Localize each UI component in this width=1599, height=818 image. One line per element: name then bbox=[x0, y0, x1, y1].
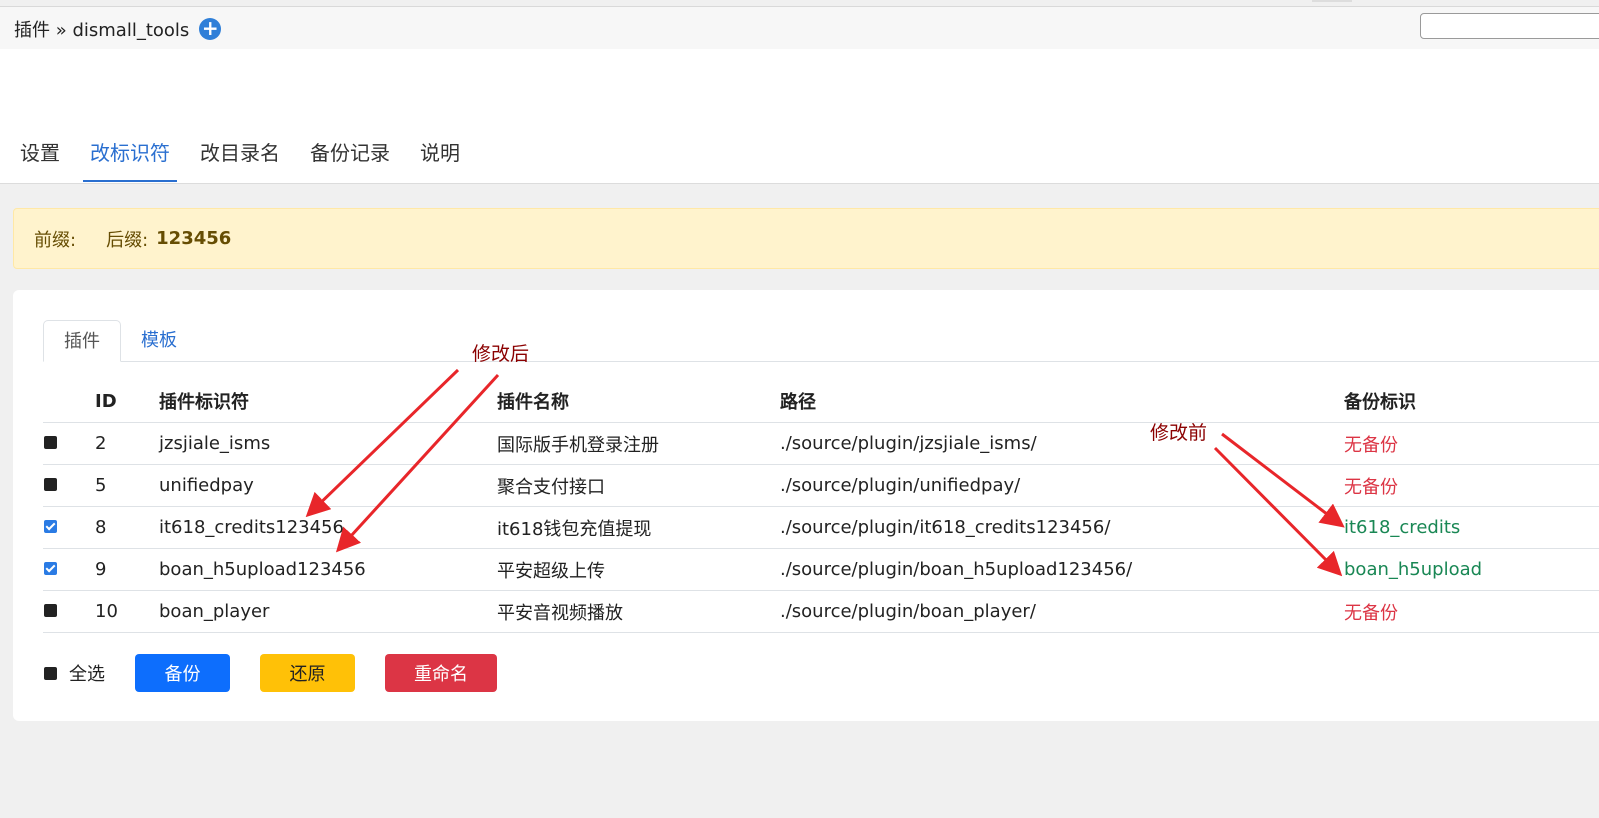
row-name: 国际版手机登录注册 bbox=[497, 422, 780, 465]
breadcrumb-text: 插件 » dismall_tools bbox=[14, 20, 190, 41]
sub-tabs: 插件 模板 bbox=[43, 320, 1599, 362]
table-row: 5 unifiedpay 聚合支付接口 ./source/plugin/unif… bbox=[43, 464, 1599, 507]
tab-rename-directory[interactable]: 改目录名 bbox=[185, 131, 295, 175]
annotation-before: 修改前 bbox=[1150, 422, 1208, 444]
backup-button[interactable]: 备份 bbox=[135, 654, 230, 692]
row-checkbox[interactable] bbox=[44, 604, 57, 617]
plugin-table: ID 插件标识符 插件名称 路径 备份标识 2 jzsjiale_isms 国际… bbox=[43, 380, 1599, 633]
row-id: 2 bbox=[95, 422, 159, 465]
annotation-after: 修改后 bbox=[472, 343, 530, 365]
row-path: ./source/plugin/unifiedpay/ bbox=[780, 464, 1344, 507]
header-identifier: 插件标识符 bbox=[159, 380, 497, 423]
plugin-card: 插件 模板 ID 插件标识符 插件名称 路径 备份标识 2 jzsjiale_i… bbox=[13, 290, 1599, 721]
table-header-row: ID 插件标识符 插件名称 路径 备份标识 bbox=[43, 380, 1599, 423]
row-id: 10 bbox=[95, 590, 159, 633]
tab-help[interactable]: 说明 bbox=[405, 131, 475, 175]
affix-alert: 前缀: 后缀: 123456 bbox=[13, 208, 1599, 269]
subtab-plugins[interactable]: 插件 bbox=[43, 320, 121, 362]
row-backup: it618_credits bbox=[1344, 506, 1599, 549]
row-path: ./source/plugin/it618_credits123456/ bbox=[780, 506, 1344, 549]
subtab-templates[interactable]: 模板 bbox=[121, 320, 197, 361]
header-id: ID bbox=[95, 380, 159, 423]
table-row: 10 boan_player 平安音视频播放 ./source/plugin/b… bbox=[43, 590, 1599, 633]
row-name: 平安超级上传 bbox=[497, 548, 780, 591]
row-path: ./source/plugin/jzsjiale_isms/ bbox=[780, 422, 1344, 465]
search-input[interactable] bbox=[1420, 13, 1599, 39]
suffix-label: 后缀: bbox=[106, 229, 149, 251]
row-backup: boan_h5upload bbox=[1344, 548, 1599, 591]
row-checkbox[interactable] bbox=[44, 478, 57, 491]
plus-circle-icon[interactable]: + bbox=[199, 18, 222, 40]
row-identifier: jzsjiale_isms bbox=[159, 422, 497, 465]
row-path: ./source/plugin/boan_player/ bbox=[780, 590, 1344, 633]
row-checkbox[interactable] bbox=[44, 436, 57, 449]
tab-change-identifier[interactable]: 改标识符 bbox=[75, 131, 185, 182]
tab-settings[interactable]: 设置 bbox=[0, 131, 75, 175]
row-id: 8 bbox=[95, 506, 159, 549]
restore-button[interactable]: 还原 bbox=[260, 654, 355, 692]
row-name: it618钱包充值提现 bbox=[497, 506, 780, 549]
row-id: 9 bbox=[95, 548, 159, 591]
prefix-label: 前缀: bbox=[34, 229, 77, 251]
breadcrumb: 插件 » dismall_tools + bbox=[14, 16, 222, 42]
row-identifier: boan_player bbox=[159, 590, 497, 633]
row-backup: 无备份 bbox=[1344, 590, 1599, 633]
row-identifier: it618_credits123456 bbox=[159, 506, 497, 549]
rename-button[interactable]: 重命名 bbox=[385, 654, 497, 692]
select-all-label: 全选 bbox=[69, 664, 105, 685]
suffix-value: 123456 bbox=[156, 228, 232, 249]
row-checkbox[interactable] bbox=[44, 520, 57, 533]
table-row: 9 boan_h5upload123456 平安超级上传 ./source/pl… bbox=[43, 548, 1599, 591]
header-backup: 备份标识 bbox=[1344, 380, 1599, 423]
row-identifier: boan_h5upload123456 bbox=[159, 548, 497, 591]
table-row: 2 jzsjiale_isms 国际版手机登录注册 ./source/plugi… bbox=[43, 422, 1599, 465]
row-identifier: unifiedpay bbox=[159, 464, 497, 507]
top-edge-strip bbox=[1312, 0, 1352, 2]
row-backup: 无备份 bbox=[1344, 464, 1599, 507]
row-path: ./source/plugin/boan_h5upload123456/ bbox=[780, 548, 1344, 591]
top-bar: 插件 » dismall_tools + bbox=[0, 6, 1599, 50]
select-all-checkbox[interactable] bbox=[44, 666, 57, 680]
table-row: 8 it618_credits123456 it618钱包充值提现 ./sour… bbox=[43, 506, 1599, 549]
header-select bbox=[43, 380, 95, 423]
row-checkbox[interactable] bbox=[44, 562, 57, 575]
row-id: 5 bbox=[95, 464, 159, 507]
row-name: 聚合支付接口 bbox=[497, 464, 780, 507]
row-backup: 无备份 bbox=[1344, 422, 1599, 465]
header-path: 路径 bbox=[780, 380, 1344, 423]
header-name: 插件名称 bbox=[497, 380, 780, 423]
row-name: 平安音视频播放 bbox=[497, 590, 780, 633]
main-tabs: 设置 改标识符 改目录名 备份记录 说明 bbox=[0, 131, 475, 183]
tab-backup-records[interactable]: 备份记录 bbox=[295, 131, 405, 175]
action-bar: 全选 备份 还原 重命名 bbox=[43, 654, 497, 692]
